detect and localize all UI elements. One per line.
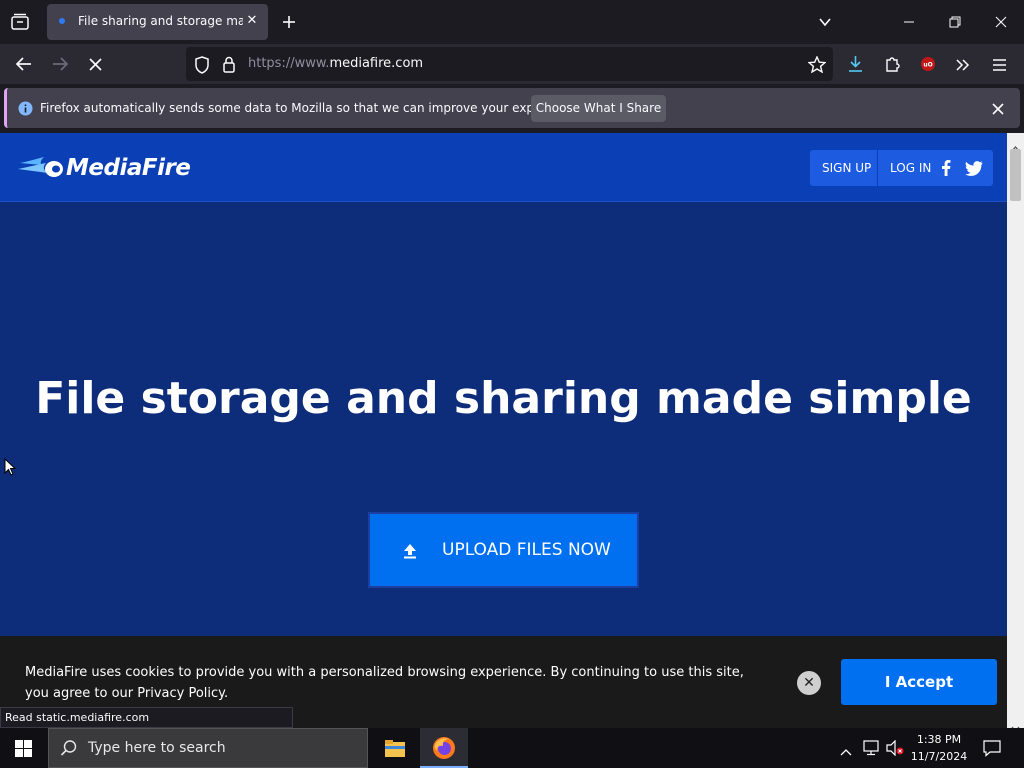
log-in-link[interactable]: LOG IN — [890, 161, 931, 175]
cookie-message: MediaFire uses cookies to provide you wi… — [25, 665, 744, 701]
tab-close-icon[interactable]: ✕ — [243, 12, 261, 30]
header-nav-group: SIGN UP LOG IN — [810, 150, 993, 186]
ublock-origin-icon[interactable]: uO — [920, 56, 936, 76]
url-domain: mediafire.com — [329, 56, 424, 71]
show-hidden-icons-chevron-icon[interactable] — [840, 742, 852, 761]
browser-tab-active[interactable]: File sharing and storage made s ✕ — [47, 4, 268, 40]
hamburger-menu-icon[interactable] — [992, 57, 1007, 76]
scrollbar-thumb[interactable] — [1010, 149, 1021, 201]
tab-strip: File sharing and storage made s ✕ — [0, 0, 1024, 44]
file-explorer-icon[interactable] — [384, 738, 406, 762]
minimize-icon[interactable] — [902, 14, 916, 33]
extensions-puzzle-icon[interactable] — [884, 55, 901, 77]
tab-title: File sharing and storage made s — [78, 14, 243, 28]
accept-cookies-button[interactable]: I Accept — [841, 659, 997, 705]
stop-loading-icon[interactable] — [88, 57, 103, 76]
network-icon[interactable] — [862, 740, 880, 760]
new-tab-icon[interactable] — [281, 14, 297, 34]
forward-arrow-icon[interactable] — [51, 56, 69, 76]
notification-message: Firefox automatically sends some data to… — [40, 101, 583, 115]
url-prefix: https://www. — [248, 56, 330, 71]
choose-what-i-share-button[interactable]: Choose What I Share — [531, 95, 666, 122]
action-center-notification-icon[interactable] — [983, 739, 1001, 761]
search-icon — [60, 739, 78, 761]
system-clock[interactable]: 1:38 PM 11/7/2024 — [906, 731, 972, 765]
clock-date: 11/7/2024 — [910, 750, 968, 763]
cookie-close-icon[interactable]: ✕ — [797, 671, 821, 695]
info-icon — [18, 101, 33, 120]
search-placeholder: Type here to search — [88, 740, 226, 756]
downloads-icon[interactable] — [847, 55, 864, 77]
lock-icon[interactable] — [222, 56, 236, 77]
mediafire-flame-logo-icon[interactable] — [18, 155, 64, 185]
facebook-icon[interactable] — [941, 160, 951, 180]
clock-time: 1:38 PM — [916, 733, 962, 746]
mediafire-logo-text[interactable]: MediaFire — [66, 155, 191, 181]
nav-divider — [877, 150, 878, 186]
back-arrow-icon[interactable] — [15, 56, 33, 76]
window-close-icon[interactable] — [994, 14, 1008, 33]
tab-list-icon[interactable] — [10, 12, 30, 36]
sign-up-link[interactable]: SIGN UP — [822, 161, 871, 175]
volume-muted-icon[interactable] — [886, 739, 904, 760]
link-status-text: Read static.mediafire.com — [0, 707, 293, 728]
url-text[interactable]: https://www.mediafire.com — [248, 56, 423, 71]
tracking-protection-shield-icon[interactable] — [194, 56, 210, 78]
notification-close-icon[interactable] — [991, 101, 1005, 120]
page-scrollbar[interactable] — [1007, 133, 1024, 732]
site-header: MediaFire SIGN UP LOG IN — [0, 133, 1007, 202]
web-page-content: MediaFire SIGN UP LOG IN File storage an… — [0, 133, 1007, 728]
list-all-tabs-icon[interactable] — [817, 14, 833, 34]
windows-start-icon[interactable] — [15, 740, 32, 761]
mouse-cursor-icon — [4, 457, 17, 480]
svg-text:uO: uO — [923, 62, 932, 69]
upload-files-button[interactable]: UPLOAD FILES NOW — [368, 512, 639, 588]
bookmark-star-icon[interactable] — [807, 55, 827, 77]
firefox-icon[interactable] — [432, 736, 456, 764]
restore-icon[interactable] — [948, 14, 962, 33]
hero-title: File storage and sharing made simple — [35, 373, 972, 424]
twitter-icon[interactable] — [965, 161, 983, 180]
upload-files-label: UPLOAD FILES NOW — [442, 540, 611, 560]
upload-arrow-icon — [403, 543, 417, 563]
loading-favicon-icon — [59, 18, 65, 24]
more-tools-chevrons-icon[interactable] — [955, 57, 971, 76]
